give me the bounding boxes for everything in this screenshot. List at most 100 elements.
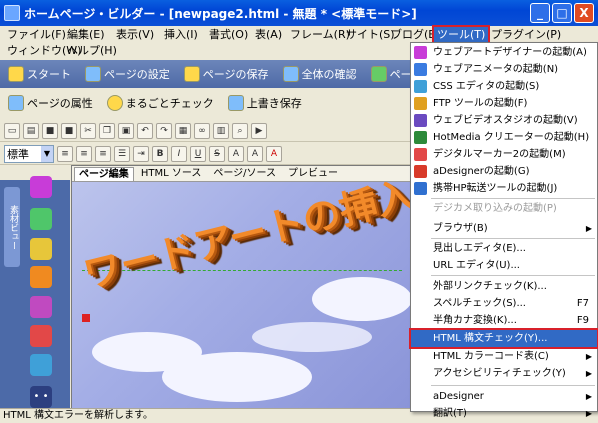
cube-icon[interactable] xyxy=(30,266,52,288)
button-parts-icon[interactable] xyxy=(30,208,52,230)
tools-menu-item[interactable]: ウェブアートデザイナーの起動(A) xyxy=(411,44,597,61)
menu-edit[interactable]: 編集(E) xyxy=(64,27,108,42)
tools-menu-item[interactable]: 翻訳(T) ▶ xyxy=(411,405,597,422)
start-button[interactable]: スタート xyxy=(8,66,71,82)
tab-page-source[interactable]: ページ/ソース xyxy=(208,166,281,181)
font-grow-icon[interactable]: A xyxy=(228,145,244,162)
overwrite-save-button[interactable]: 上書き保存 xyxy=(227,95,302,111)
check-icon xyxy=(282,66,299,82)
tools-menu-item[interactable]: ウェブビデオスタジオの起動(V) xyxy=(411,112,597,129)
strikethrough-icon[interactable]: S xyxy=(209,145,225,162)
copy-icon[interactable]: ❐ xyxy=(99,122,115,139)
tool-app-icon xyxy=(414,148,427,161)
submenu-arrow-icon: ▶ xyxy=(585,224,592,233)
resource-view-tab[interactable]: 素材ビュー xyxy=(4,187,20,267)
paragraph-style-select[interactable]: 標準 ▼ xyxy=(4,144,54,163)
menu-item-label: デジタルマーカー2の起動(M) xyxy=(433,149,566,160)
font-shrink-icon[interactable]: A xyxy=(247,145,263,162)
save-icon[interactable]: ■ xyxy=(42,122,58,139)
find-icon[interactable]: ⌕ xyxy=(232,122,248,139)
minimize-button[interactable]: _ xyxy=(530,3,550,23)
menu-file[interactable]: ファイル(F) xyxy=(4,27,69,42)
menu-format[interactable]: 書式(O) xyxy=(206,27,251,42)
tool-app-icon xyxy=(414,114,427,127)
align-center-icon[interactable]: ≡ xyxy=(76,145,92,162)
menu-insert[interactable]: 挿入(I) xyxy=(161,27,201,42)
menu-view[interactable]: 表示(V) xyxy=(113,27,157,42)
tools-menu-item[interactable]: ウェブアニメータの起動(N) xyxy=(411,61,597,78)
chevron-down-icon: ▼ xyxy=(41,145,53,162)
close-button[interactable]: X xyxy=(574,3,594,23)
page-setup-icon xyxy=(85,66,101,82)
tools-menu-item[interactable]: HTML 構文チェック(Y)... xyxy=(409,328,598,349)
tools-menu-item[interactable]: HotMedia クリエーターの起動(H) xyxy=(411,129,597,146)
link-icon[interactable]: ∞ xyxy=(194,122,210,139)
tools-menu-item[interactable]: 半角カナ変換(K)... F9 xyxy=(411,312,597,329)
tools-menu-item[interactable]: HTML カラーコード表(C) ▶ xyxy=(411,348,597,365)
animation-icon[interactable] xyxy=(30,325,52,347)
tool-app-icon xyxy=(414,182,427,195)
font-color-icon[interactable]: A xyxy=(266,145,282,162)
cut-icon[interactable]: ✂ xyxy=(80,122,96,139)
page-setup-button[interactable]: ページの設定 xyxy=(85,66,170,82)
table-icon[interactable]: ▥ xyxy=(213,122,229,139)
tool-app-icon xyxy=(414,131,427,144)
wordart-icon[interactable] xyxy=(30,176,52,198)
tools-menu-item[interactable]: FTP ツールの起動(F) xyxy=(411,95,597,112)
page-properties-label: ページの属性 xyxy=(27,97,93,110)
italic-icon[interactable]: I xyxy=(171,145,187,162)
format-toolbar: 標準 ▼ ≡ ≡ ≡ ☰ ⇥ B I U S A A A xyxy=(0,143,410,165)
tools-menu-item[interactable]: aDesignerの起動(G) xyxy=(411,163,597,180)
image-icon[interactable]: ▦ xyxy=(175,122,191,139)
underline-icon[interactable]: U xyxy=(190,145,206,162)
bold-icon[interactable]: B xyxy=(152,145,168,162)
new-file-icon[interactable]: ▭ xyxy=(4,122,20,139)
menu-table[interactable]: 表(A) xyxy=(252,27,285,42)
page-canvas[interactable]: ワードアートの挿入 xyxy=(72,182,411,409)
page-save-button[interactable]: ページの保存 xyxy=(183,66,269,82)
menu-tools[interactable]: ツール(T) xyxy=(431,25,491,44)
tool-app-icon xyxy=(414,46,427,59)
submenu-arrow-icon: ▶ xyxy=(585,352,592,361)
page-publish-button[interactable]: ページの公開 xyxy=(370,66,410,82)
align-right-icon[interactable]: ≡ xyxy=(95,145,111,162)
menu-item-label: ブラウザ(B) xyxy=(433,223,488,234)
tools-menu-item[interactable]: アクセシビリティチェック(Y) ▶ xyxy=(411,365,597,382)
photo-icon[interactable] xyxy=(30,354,52,376)
tools-menu-item[interactable]: スペルチェック(S)... F7 xyxy=(411,295,597,312)
open-folder-icon[interactable]: ▤ xyxy=(23,122,39,139)
menu-help[interactable]: ヘルプ(H) xyxy=(64,43,120,58)
undo-icon[interactable]: ↶ xyxy=(137,122,153,139)
tools-menu-item[interactable]: CSS エディタの起動(S) xyxy=(411,78,597,95)
list-icon[interactable]: ☰ xyxy=(114,145,130,162)
preview-icon[interactable]: ▶ xyxy=(251,122,267,139)
page-properties-button[interactable]: ページの属性 xyxy=(8,95,93,111)
ring-clip-icon[interactable] xyxy=(30,238,52,260)
redo-icon[interactable]: ↷ xyxy=(156,122,172,139)
cloud-shape xyxy=(312,277,411,321)
tab-preview[interactable]: プレビュー xyxy=(283,166,343,181)
scroll-down-icon[interactable]: • • xyxy=(30,386,52,408)
tools-menu-item[interactable]: デジタルマーカー2の起動(M) xyxy=(411,146,597,163)
tab-html-source[interactable]: HTML ソース xyxy=(136,166,207,181)
cloud-shape xyxy=(252,322,372,352)
tools-menu-item[interactable]: ブラウザ(B) ▶ xyxy=(411,220,597,237)
full-check-button[interactable]: まるごとチェック xyxy=(106,95,214,111)
indent-icon[interactable]: ⇥ xyxy=(133,145,149,162)
menu-plugin[interactable]: プラグイン(P) xyxy=(488,27,564,42)
save-all-icon[interactable]: ■ xyxy=(61,122,77,139)
tools-menu-item[interactable]: URL エディタ(U)... xyxy=(411,257,597,274)
align-left-icon[interactable]: ≡ xyxy=(57,145,73,162)
tab-page-edit[interactable]: ページ編集 xyxy=(74,167,134,181)
overall-check-button[interactable]: 全体の確認 xyxy=(282,66,357,82)
maximize-button[interactable]: □ xyxy=(552,3,572,23)
tools-menu-item[interactable]: 外部リンクチェック(K)... xyxy=(411,278,597,295)
tools-menu-item[interactable]: 見出しエディタ(E)... xyxy=(411,240,597,257)
paste-icon[interactable]: ▣ xyxy=(118,122,134,139)
menu-item-label: URL エディタ(U)... xyxy=(433,260,520,271)
tools-menu-item[interactable]: aDesigner ▶ xyxy=(411,388,597,405)
tools-menu-item[interactable]: 携帯HP転送ツールの起動(J) xyxy=(411,180,597,197)
check-circle-icon xyxy=(106,95,123,111)
anchor-marker[interactable] xyxy=(82,314,90,322)
background-icon[interactable] xyxy=(30,296,52,318)
